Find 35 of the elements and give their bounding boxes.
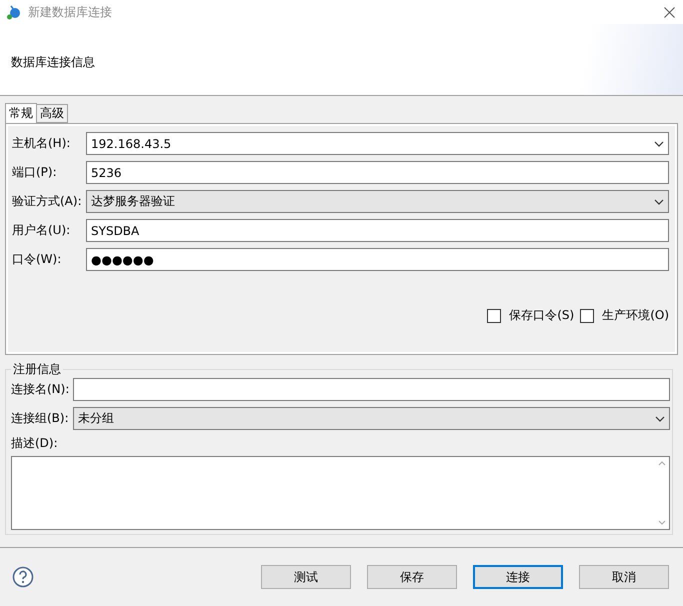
window-title: 新建数据库连接 [28,4,113,20]
password-field[interactable]: ●●●●●● [86,248,669,271]
checkbox-label: 保存口令(S) [509,307,574,324]
dialog-button[interactable]: 取消 [579,565,669,589]
field-label: 用户名(U): [12,222,72,239]
host-combo[interactable]: 192.168.43.5 [86,132,669,155]
field-label: 描述(D): [11,434,58,452]
group-title: 注册信息 [12,361,62,378]
input-field[interactable] [73,378,670,401]
caret-icon [654,198,664,204]
tab[interactable]: 高级 [36,104,68,123]
caret-icon [654,140,664,146]
tab[interactable]: 常规 [5,103,37,123]
input-field[interactable]: SYSDBA [86,219,669,242]
select-field[interactable]: 未分组 [73,407,670,430]
field-label: 连接组(B): [11,410,70,427]
close-icon[interactable] [664,6,675,18]
field-label: 口令(W): [12,251,62,268]
field-label: 主机名(H): [12,135,72,152]
help-icon[interactable] [12,566,34,588]
input-field[interactable]: 5236 [86,161,669,184]
dialog-button[interactable]: 保存 [367,565,457,589]
field-label: 端口(P): [12,164,58,181]
dialog-button[interactable]: 连接 [473,565,563,589]
checkbox-label: 生产环境(O) [602,307,669,324]
field-label: 验证方式(A): [12,193,83,210]
checkbox[interactable] [580,308,594,322]
field-label: 连接名(N): [11,381,70,398]
app-icon [6,4,22,20]
select-field[interactable]: 达梦服务器验证 [86,190,669,213]
checkbox[interactable] [487,308,502,322]
header-title: 数据库连接信息 [11,54,95,71]
dialog-button[interactable]: 测试 [261,565,351,589]
caret-icon [655,416,665,422]
description-field[interactable] [11,456,670,530]
